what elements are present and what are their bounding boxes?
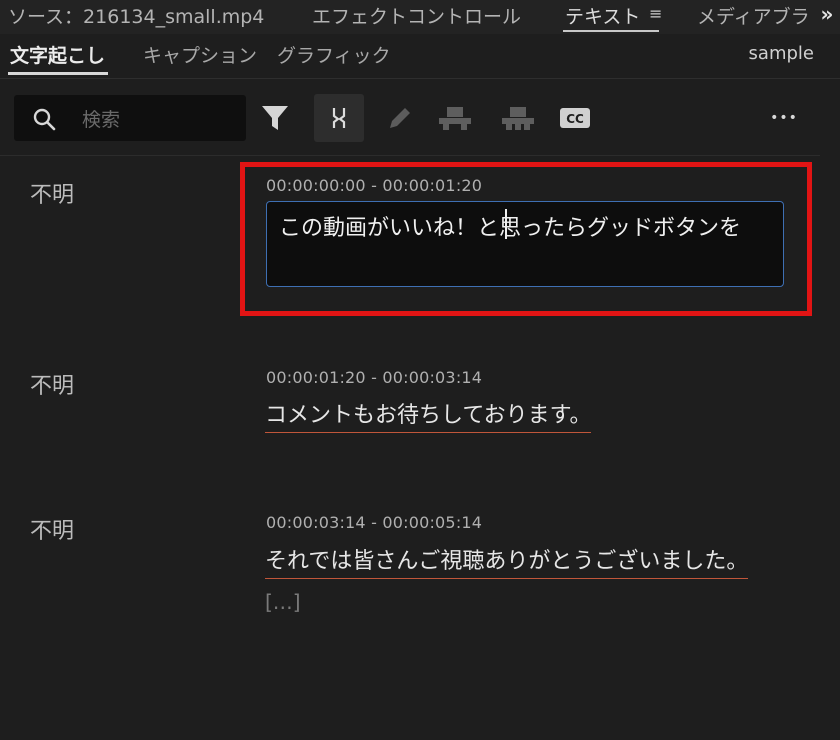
cc-icon: CC <box>560 108 590 128</box>
speaker-label[interactable]: 不明 <box>30 177 74 209</box>
panel-tab-strip: ソース：216134_small.mp4 エフェクトコントロール テキスト ≡ … <box>0 0 840 34</box>
tab-captions[interactable]: キャプション <box>143 41 257 68</box>
more-button[interactable]: ••• <box>764 98 804 138</box>
captions-button[interactable]: CC <box>555 98 595 138</box>
header-divider <box>0 78 840 79</box>
speaker-label[interactable]: 不明 <box>30 513 74 545</box>
transcript-toolbar: 検索 CC ••• <box>0 84 840 154</box>
segment-edit-text[interactable]: この動画がいいね！と思ったらグッドボタンを <box>279 210 741 242</box>
edit-button[interactable] <box>380 98 420 138</box>
split-segment-button[interactable] <box>435 98 475 138</box>
tab-text[interactable]: テキスト <box>565 2 640 29</box>
search-placeholder: 検索 <box>82 109 121 131</box>
filter-button[interactable] <box>255 98 295 138</box>
toolbar-divider <box>0 155 820 156</box>
merge-segments-button[interactable] <box>314 94 364 142</box>
segment-text-editor[interactable]: この動画がいいね！と思ったらグッドボタンを <box>266 201 784 287</box>
more-icon: ••• <box>770 110 798 126</box>
sub-tab-strip: 文字起こし キャプション グラフィック sample <box>0 34 840 78</box>
tab-transcript[interactable]: 文字起こし <box>10 41 105 68</box>
segment-timecode: 00:00:00:00 - 00:00:01:20 <box>266 176 483 195</box>
tab-source[interactable]: ソース：216134_small.mp4 <box>8 2 264 29</box>
tab-media-browser[interactable]: メディアブラ <box>697 2 810 29</box>
filter-icon <box>262 106 288 130</box>
sequence-name: sample <box>748 43 814 64</box>
search-icon <box>33 108 56 131</box>
active-tab-underline <box>563 30 659 32</box>
active-subtab-underline <box>8 72 108 75</box>
search-input[interactable]: 検索 <box>14 95 246 141</box>
segment-text[interactable]: コメントもお待ちしております。 <box>265 397 592 433</box>
tab-graphics[interactable]: グラフィック <box>277 41 391 68</box>
segment-text[interactable]: それでは皆さんご視聴ありがとうございました。 <box>265 543 749 579</box>
panel-menu-icon[interactable]: ≡ <box>649 4 662 23</box>
transcript-panel: ソース：216134_small.mp4 エフェクトコントロール テキスト ≡ … <box>0 0 840 740</box>
split-segment-icon <box>439 107 471 130</box>
join-segment-icon <box>502 107 534 130</box>
tab-overflow-icon[interactable]: » <box>814 0 840 30</box>
tab-effect-controls[interactable]: エフェクトコントロール <box>312 2 521 29</box>
gap-marker[interactable]: […] <box>265 590 301 614</box>
edit-pencil-icon <box>390 108 410 128</box>
join-segment-button[interactable] <box>498 98 538 138</box>
text-cursor <box>505 209 507 239</box>
merge-segments-icon <box>332 108 346 128</box>
speaker-label[interactable]: 不明 <box>30 368 74 400</box>
segment-timecode: 00:00:01:20 - 00:00:03:14 <box>266 368 483 387</box>
segment-timecode: 00:00:03:14 - 00:00:05:14 <box>266 513 483 532</box>
cc-label: CC <box>566 112 584 126</box>
